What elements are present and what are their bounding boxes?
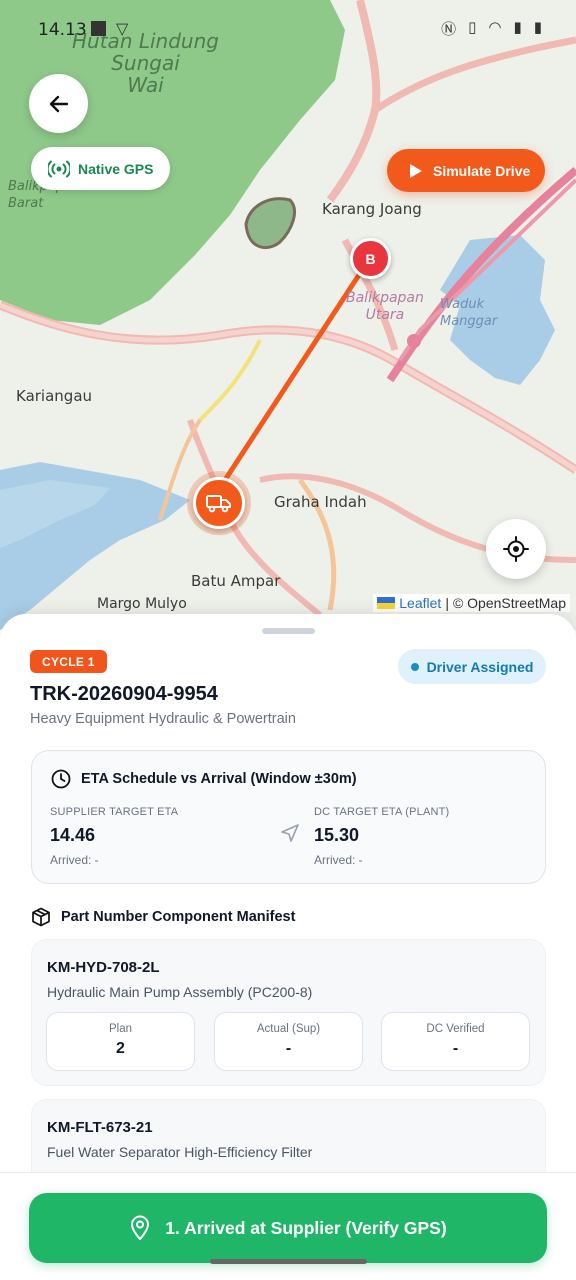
arrow-left-icon [49, 95, 68, 112]
vibrate-icon: ▯ [468, 19, 477, 36]
status-badge: Driver Assigned [398, 649, 546, 684]
destination-marker[interactable]: B [350, 238, 391, 279]
status-label: Driver Assigned [426, 658, 534, 675]
leaflet-link[interactable]: Leaflet [399, 595, 441, 611]
map-label-waduk-manggar: Waduk Manggar [440, 297, 498, 329]
truck-marker[interactable] [193, 477, 245, 529]
status-time: 14.13 [38, 20, 87, 40]
clock-icon [51, 769, 71, 789]
qty-plan: Plan 2 [46, 1012, 195, 1071]
map-label-kariangau: Kariangau [16, 387, 93, 405]
qty-plan-value: 2 [116, 1040, 125, 1057]
eta-title: ETA Schedule vs Arrival (Window ±30m) [51, 769, 357, 789]
simulate-drive-button[interactable]: Simulate Drive [387, 149, 545, 192]
crosshair-icon [503, 536, 529, 562]
qty-actual-supplier: Actual (Sup) - [214, 1012, 363, 1071]
map-label-margo-mulyo: Margo Mulyo [97, 596, 187, 612]
locate-me-button[interactable] [486, 519, 546, 579]
ukraine-flag-icon [377, 597, 396, 609]
native-gps-label: Native GPS [78, 160, 154, 177]
supplier-eta-value: 14.46 [50, 825, 96, 845]
notification-icon [91, 21, 106, 36]
wifi-icon: ◠ [488, 19, 502, 36]
manifest-title-text: Part Number Component Manifest [61, 909, 296, 925]
dc-eta-label: DC TARGET ETA (PLANT) [314, 806, 450, 818]
back-button[interactable] [29, 74, 88, 133]
map-label-graha-indah: Graha Indah [274, 493, 367, 511]
arrived-at-supplier-button[interactable]: 1. Arrived at Supplier (Verify GPS) [29, 1193, 547, 1263]
battery-icon: ▮ [533, 19, 542, 36]
map-label-balikpapan-utara: Balikpapan Utara [346, 290, 424, 323]
qty-dc-verified: DC Verified - [381, 1012, 530, 1071]
map-attribution: Leaflet | © OpenStreetMap [373, 594, 570, 612]
qty-actual-label: Actual (Sup) [256, 1023, 321, 1035]
native-gps-toggle[interactable]: Native GPS [31, 147, 170, 190]
truck-icon [206, 495, 231, 513]
qty-dc-label: DC Verified [426, 1023, 485, 1035]
navigation-arrow-icon [281, 824, 299, 842]
attribution-separator: | [445, 595, 449, 611]
cycle-badge: CYCLE 1 [30, 650, 107, 673]
status-bar: 14.13 ▽ Ⓝ ▯ ◠ ▮ ▮ [0, 0, 576, 58]
qty-plan-label: Plan [108, 1023, 133, 1035]
map-view[interactable]: Hutan Lindung Sungai Wai Balikpapan Bara… [0, 0, 576, 630]
play-icon [410, 163, 422, 178]
part-description: Hydraulic Main Pump Assembly (PC200-8) [47, 984, 313, 1000]
signal-icon: ▮ [513, 19, 522, 36]
osm-link[interactable]: © OpenStreetMap [453, 595, 566, 611]
dc-eta: DC TARGET ETA (PLANT) 15.30 Arrived: - [314, 806, 449, 867]
supplier-arrived: Arrived: - [50, 853, 99, 867]
map-label-batu-ampar: Batu Ampar [191, 572, 281, 590]
part-number: KM-HYD-708-2L [47, 959, 160, 976]
map-pin-icon [131, 1215, 150, 1240]
dc-eta-value: 15.30 [314, 825, 360, 845]
part-number: KM-FLT-673-21 [47, 1119, 153, 1136]
qty-actual-value: - [285, 1040, 292, 1057]
status-dot [410, 662, 419, 671]
eta-card: ETA Schedule vs Arrival (Window ±30m) SU… [31, 750, 546, 884]
truck-id: TRK-20260904-9954 [30, 683, 218, 705]
part-card[interactable]: KM-HYD-708-2L Hydraulic Main Pump Assemb… [31, 939, 546, 1086]
supplier-eta: SUPPLIER TARGET ETA 14.46 Arrived: - [50, 806, 178, 867]
arrived-at-supplier-label: 1. Arrived at Supplier (Verify GPS) [165, 1217, 447, 1238]
broadcast-icon [48, 160, 70, 177]
dc-arrived: Arrived: - [314, 853, 363, 867]
status-icons: Ⓝ ▯ ◠ ▮ ▮ [441, 18, 542, 39]
simulate-drive-label: Simulate Drive [433, 162, 531, 179]
part-description: Fuel Water Separator High-Efficiency Fil… [47, 1144, 313, 1160]
truck-description: Heavy Equipment Hydraulic & Powertrain [30, 711, 296, 727]
supplier-eta-label: SUPPLIER TARGET ETA [50, 806, 179, 818]
qty-dc-value: - [452, 1040, 459, 1057]
manifest-title: Part Number Component Manifest [31, 907, 295, 927]
gesture-nav-bar[interactable] [210, 1259, 367, 1264]
package-icon [32, 907, 50, 927]
sheet-drag-handle[interactable] [262, 628, 315, 634]
map-label-karang-joang: Karang Joang [322, 200, 422, 218]
nfc-icon: Ⓝ [441, 21, 457, 38]
vpn-icon: ▽ [116, 21, 129, 38]
eta-title-text: ETA Schedule vs Arrival (Window ±30m) [81, 771, 357, 787]
